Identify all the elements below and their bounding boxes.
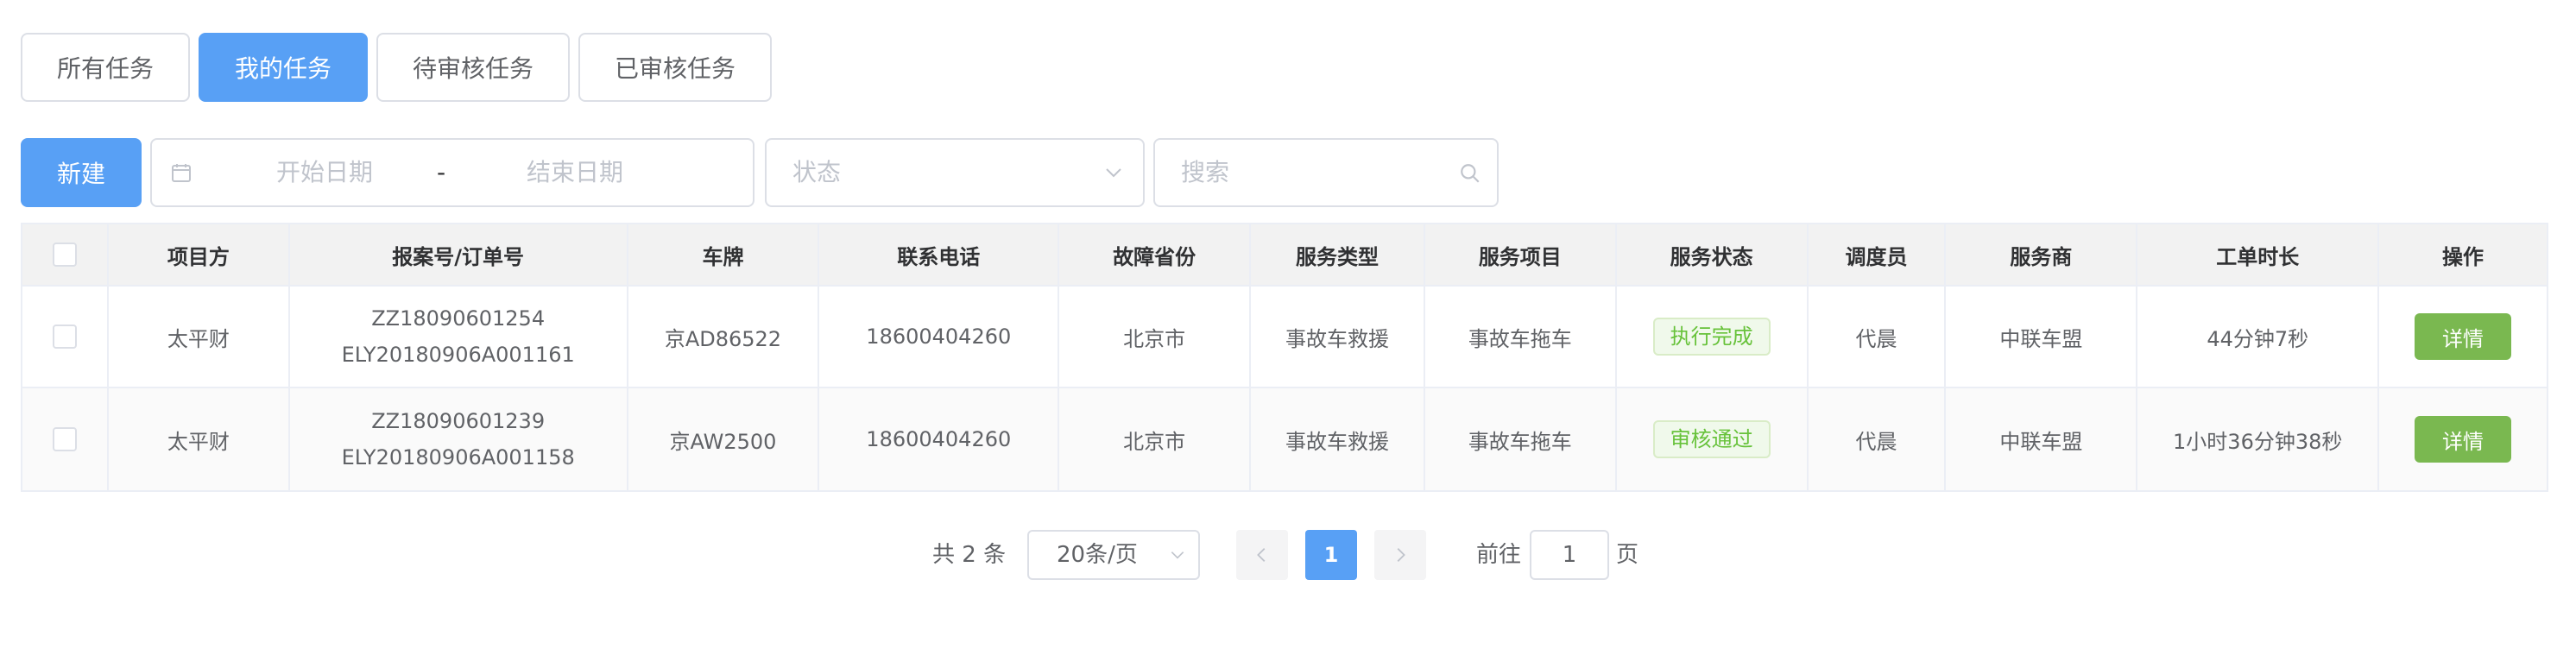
order-number: ELY20180906A001161: [341, 343, 575, 367]
header-province: 故障省份: [1059, 224, 1252, 285]
duration-cell: 44分钟7秒: [2137, 287, 2380, 387]
select-all-checkbox[interactable]: [52, 243, 77, 267]
case-order-cell: ZZ18090601239 ELY20180906A001158: [290, 388, 628, 490]
header-duration: 工单时长: [2137, 224, 2380, 285]
page-number-button[interactable]: 1: [1305, 530, 1357, 580]
header-phone: 联系电话: [819, 224, 1060, 285]
goto-label: 前往: [1476, 542, 1522, 568]
task-table: 项目方 报案号/订单号 车牌 联系电话 故障省份 服务类型 服务项目 服务状态 …: [21, 223, 2548, 492]
search-placeholder: 搜索: [1181, 158, 1230, 186]
page-unit-label: 页: [1616, 542, 1639, 568]
plate-cell: 京AW2500: [628, 388, 820, 490]
status-badge: 执行完成: [1652, 318, 1771, 356]
header-select-cell: [22, 224, 109, 285]
header-service-type: 服务类型: [1251, 224, 1425, 285]
duration-cell: 1小时36分钟38秒: [2137, 388, 2380, 490]
provider-cell: 中联车盟: [1946, 388, 2138, 490]
service-type-cell: 事故车救援: [1251, 287, 1425, 387]
province-cell: 北京市: [1059, 388, 1252, 490]
tab-pending-review[interactable]: 待审核任务: [376, 33, 570, 102]
tab-my-tasks[interactable]: 我的任务: [199, 33, 368, 102]
chevron-down-icon: [1171, 551, 1184, 559]
header-project: 项目方: [109, 224, 290, 285]
status-cell: 执行完成: [1617, 287, 1809, 387]
search-icon[interactable]: [1459, 162, 1481, 185]
phone-cell: 18600404260: [819, 388, 1060, 490]
prev-page-button[interactable]: [1236, 530, 1288, 580]
status-placeholder: 状态: [792, 158, 842, 186]
service-item-cell: 事故车拖车: [1425, 388, 1617, 490]
row-select-cell: [22, 388, 109, 490]
goto-page-input[interactable]: 1: [1530, 530, 1609, 580]
task-tabs: 所有任务 我的任务 待审核任务 已审核任务: [21, 33, 780, 102]
case-order-cell: ZZ18090601254 ELY20180906A001161: [290, 287, 628, 387]
action-cell: 详情: [2379, 287, 2547, 387]
row-select-cell: [22, 287, 109, 387]
header-service-item: 服务项目: [1425, 224, 1617, 285]
chevron-down-icon: [1106, 168, 1121, 178]
detail-button[interactable]: 详情: [2415, 313, 2512, 360]
page-size-value: 20条/页: [1057, 542, 1138, 568]
project-cell: 太平财: [109, 287, 290, 387]
project-cell: 太平财: [109, 388, 290, 490]
service-item-cell: 事故车拖车: [1425, 287, 1617, 387]
province-cell: 北京市: [1059, 287, 1252, 387]
table-row: 太平财 ZZ18090601239 ELY20180906A001158 京AW…: [22, 388, 2547, 490]
header-dispatcher: 调度员: [1809, 224, 1947, 285]
row-checkbox[interactable]: [52, 324, 77, 349]
new-button[interactable]: 新建: [21, 138, 142, 207]
provider-cell: 中联车盟: [1946, 287, 2138, 387]
detail-button[interactable]: 详情: [2415, 416, 2512, 463]
table-header: 项目方 报案号/订单号 车牌 联系电话 故障省份 服务类型 服务项目 服务状态 …: [22, 224, 2547, 287]
tab-reviewed[interactable]: 已审核任务: [578, 33, 772, 102]
dispatcher-cell: 代晨: [1809, 287, 1947, 387]
table-row: 太平财 ZZ18090601254 ELY20180906A001161 京AD…: [22, 287, 2547, 388]
order-number: ELY20180906A001158: [341, 445, 575, 469]
page-size-select[interactable]: 20条/页: [1027, 530, 1200, 580]
search-input[interactable]: 搜索: [1153, 138, 1499, 207]
row-checkbox[interactable]: [52, 427, 77, 451]
status-select[interactable]: 状态: [765, 138, 1145, 207]
status-badge: 审核通过: [1652, 420, 1771, 458]
calendar-icon: [172, 164, 191, 182]
dispatcher-cell: 代晨: [1809, 388, 1947, 490]
header-actions: 操作: [2442, 244, 2484, 269]
header-plate: 车牌: [628, 224, 820, 285]
plate-cell: 京AD86522: [628, 287, 820, 387]
phone-cell: 18600404260: [819, 287, 1060, 387]
chevron-left-icon: [1257, 548, 1266, 562]
service-type-cell: 事故车救援: [1251, 388, 1425, 490]
end-date-input[interactable]: 结束日期: [489, 140, 661, 205]
chevron-right-icon: [1397, 548, 1405, 562]
header-service-status: 服务状态: [1617, 224, 1809, 285]
date-range-picker[interactable]: 开始日期 - 结束日期: [150, 138, 754, 207]
next-page-button[interactable]: [1374, 530, 1426, 580]
status-cell: 审核通过: [1617, 388, 1809, 490]
date-separator: -: [437, 158, 446, 186]
case-number: ZZ18090601254: [371, 306, 546, 331]
action-cell: 详情: [2379, 388, 2547, 490]
total-count: 共 2 条: [932, 542, 1007, 568]
start-date-input[interactable]: 开始日期: [238, 140, 411, 205]
tab-all-tasks[interactable]: 所有任务: [21, 33, 190, 102]
header-case-order-no: 报案号/订单号: [290, 224, 628, 285]
header-provider: 服务商: [1946, 224, 2138, 285]
case-number: ZZ18090601239: [371, 409, 546, 433]
